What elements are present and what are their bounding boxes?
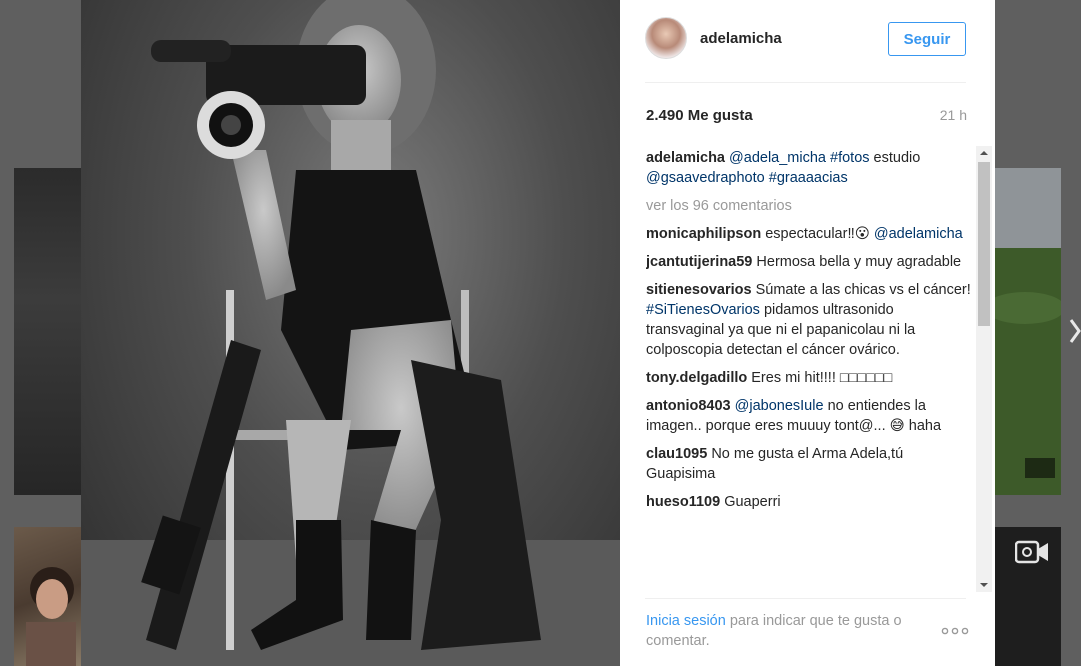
scroll-up-icon[interactable]: [976, 146, 992, 160]
thumbnail-right-bottom[interactable]: [995, 527, 1061, 666]
video-camera-icon: [1015, 540, 1048, 564]
post-photo[interactable]: [81, 0, 620, 666]
list-item: clau1095 No me gusta el Arma Adela,tú Gu…: [646, 444, 972, 484]
divider: [645, 82, 966, 83]
list-item: hueso1109 Guaperri: [646, 492, 972, 512]
view-all-comments-link[interactable]: ver los 96 comentarios: [646, 196, 972, 216]
comment-text: Guaperri: [724, 494, 781, 510]
more-options-icon[interactable]: [940, 621, 970, 641]
list-item: antonio8403 @jabonesIule no entiendes la…: [646, 396, 972, 436]
login-prompt: Inicia sesión para indicar que te gusta …: [646, 611, 936, 651]
follow-button[interactable]: Seguir: [888, 22, 966, 56]
comment-text: Súmate a las chicas vs el cáncer!: [755, 282, 971, 298]
hashtag-link[interactable]: #graaaacias: [769, 170, 848, 186]
post-timestamp[interactable]: 21 h: [940, 107, 967, 123]
thumbnail-image: [995, 168, 1061, 495]
mention-link[interactable]: @gsaavedraphoto: [646, 170, 765, 186]
list-item: sitienesovarios Súmate a las chicas vs e…: [646, 280, 972, 360]
comment-username[interactable]: tony.delgadillo: [646, 370, 747, 386]
avatar[interactable]: [645, 17, 687, 59]
caption: adelamicha @adela_micha #fotos estudio @…: [646, 148, 972, 188]
comment-username[interactable]: adelamicha: [646, 150, 725, 166]
comment-username[interactable]: sitienesovarios: [646, 282, 752, 298]
comment-text: espectacular‼😮: [765, 226, 870, 242]
hashtag-link[interactable]: #SiTienesOvarios: [646, 302, 760, 318]
hashtag-link[interactable]: #fotos: [830, 150, 870, 166]
thumbnail-image: [26, 567, 76, 666]
post-details-panel: adelamicha Seguir 2.490 Me gusta 21 h ad…: [620, 0, 995, 666]
chevron-right-icon[interactable]: [1068, 316, 1081, 346]
mention-link[interactable]: @jabonesIule: [735, 398, 824, 414]
list-item: tony.delgadillo Eres mi hit!!!! □□□□□□: [646, 368, 972, 388]
comment-username[interactable]: jcantutijerina59: [646, 254, 752, 270]
scroll-down-icon[interactable]: [976, 578, 992, 592]
comment-username[interactable]: clau1095: [646, 446, 707, 462]
comments-scrollbar[interactable]: [976, 146, 992, 592]
scrollbar-thumb[interactable]: [978, 162, 990, 326]
comment-username[interactable]: monicaphilipson: [646, 226, 761, 242]
list-item: monicaphilipson espectacular‼😮 @adelamic…: [646, 224, 972, 244]
login-link[interactable]: Inicia sesión: [646, 613, 726, 629]
comment-username[interactable]: antonio8403: [646, 398, 731, 414]
thumbnail-right-top[interactable]: [995, 168, 1061, 495]
comments-list[interactable]: adelamicha @adela_micha #fotos estudio @…: [646, 148, 972, 590]
username-link[interactable]: adelamicha: [700, 30, 782, 47]
likes-count[interactable]: 2.490 Me gusta: [646, 107, 753, 124]
comment-text: Hermosa bella y muy agradable: [756, 254, 962, 270]
post-header: adelamicha Seguir: [620, 0, 995, 80]
thumbnail-left-bottom[interactable]: [14, 527, 81, 666]
thumbnail-left-top[interactable]: [14, 168, 81, 495]
comment-text: Eres mi hit!!!! □□□□□□: [751, 370, 893, 386]
photo-illustration: [81, 0, 620, 666]
mention-link[interactable]: @adelamicha: [874, 226, 963, 242]
comment-username[interactable]: hueso1109: [646, 494, 720, 510]
comment-text: estudio: [873, 150, 921, 166]
list-item: jcantutijerina59 Hermosa bella y muy agr…: [646, 252, 972, 272]
divider: [645, 598, 966, 599]
mention-link[interactable]: @adela_micha: [729, 150, 826, 166]
